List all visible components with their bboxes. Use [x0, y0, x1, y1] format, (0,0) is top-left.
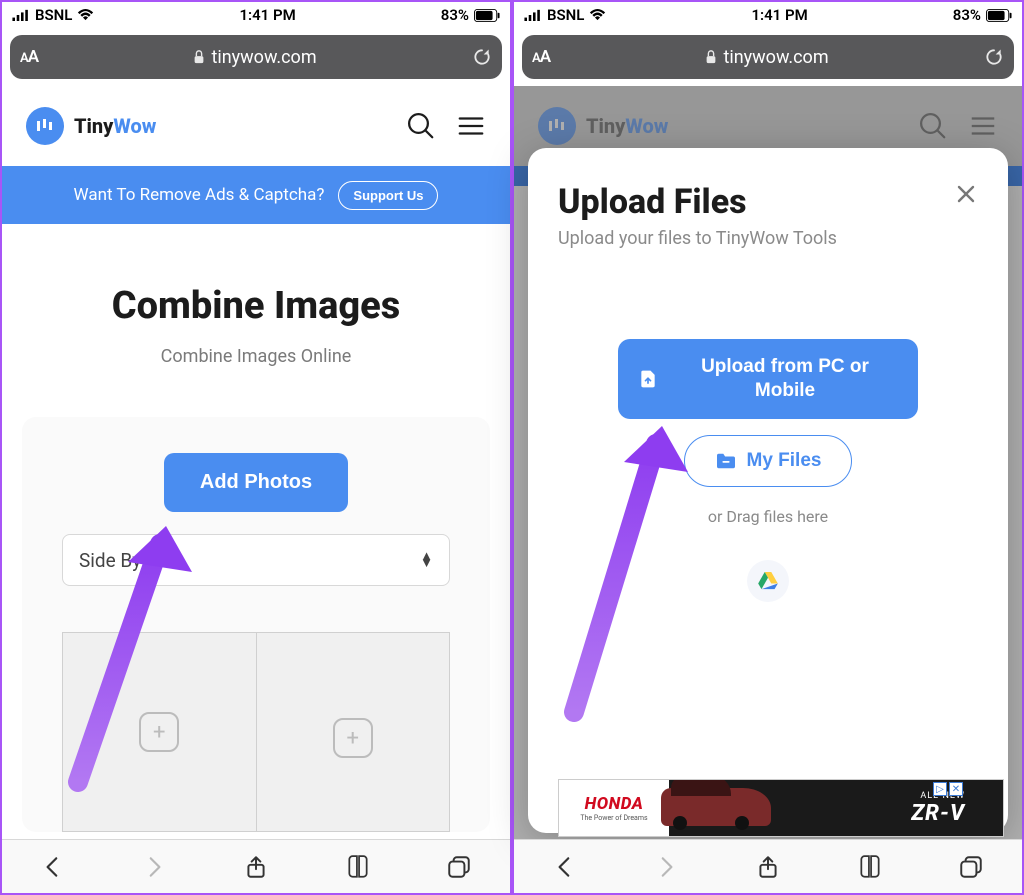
ad-brand: HONDA	[585, 794, 644, 814]
plus-icon: +	[333, 718, 373, 758]
preview-grid: + +	[62, 632, 450, 832]
wifi-icon	[589, 9, 606, 21]
tabs-icon[interactable]	[958, 854, 984, 880]
app-header: TinyWow	[2, 86, 510, 166]
battery-icon	[986, 9, 1012, 22]
upload-button-label: Upload from PC or Mobile	[672, 355, 898, 403]
plus-icon: +	[139, 712, 179, 752]
share-icon[interactable]	[243, 854, 269, 880]
phone-right: BSNL 1:41 PM 83% AA tinywow.com TinyWow	[512, 0, 1024, 895]
signal-icon	[524, 9, 542, 21]
url-domain: tinywow.com	[723, 47, 828, 68]
share-icon[interactable]	[755, 854, 781, 880]
text-size-button[interactable]: AA	[20, 47, 38, 67]
back-icon[interactable]	[552, 854, 578, 880]
my-files-label: My Files	[747, 450, 822, 472]
address-pill[interactable]: AA tinywow.com	[10, 35, 502, 79]
ad-car-image	[669, 780, 911, 836]
safari-toolbar	[514, 839, 1022, 893]
lock-icon	[193, 50, 205, 64]
wifi-icon	[77, 9, 94, 21]
adchoices-icon[interactable]: ▷✕	[933, 782, 963, 796]
clock-label: 1:41 PM	[751, 6, 807, 24]
ad-banner[interactable]: HONDA The Power of Dreams ALL-NEW ZR-V ▷…	[558, 779, 1004, 837]
safari-address-bar: AA tinywow.com	[514, 28, 1022, 86]
ad-brand-box: HONDA The Power of Dreams	[559, 780, 669, 836]
forward-icon[interactable]	[653, 854, 679, 880]
page-subtitle: Combine Images Online	[2, 346, 510, 367]
modal-title: Upload Files	[558, 182, 747, 222]
grid-cell[interactable]: +	[63, 633, 257, 831]
select-value: Side By Side	[79, 549, 183, 572]
battery-icon	[474, 9, 500, 22]
brand-logo-icon	[26, 107, 64, 145]
hamburger-menu-icon[interactable]	[456, 111, 486, 141]
google-drive-button[interactable]	[747, 560, 789, 602]
carrier-label: BSNL	[35, 6, 72, 24]
safari-toolbar	[2, 839, 510, 893]
bookmarks-icon[interactable]	[345, 854, 371, 880]
drag-hint: or Drag files here	[708, 507, 828, 526]
main-content: Combine Images Combine Images Online Add…	[2, 224, 510, 893]
brand-text-2: Wow	[113, 114, 156, 138]
brand-text-1: Tiny	[74, 114, 113, 138]
my-files-button[interactable]: My Files	[684, 435, 853, 487]
safari-address-bar: AA tinywow.com	[2, 28, 510, 86]
grid-cell[interactable]: +	[257, 645, 450, 831]
clock-label: 1:41 PM	[239, 6, 295, 24]
promo-banner: Want To Remove Ads & Captcha? Support Us	[2, 166, 510, 224]
ad-model: ZR-V	[911, 801, 965, 826]
forward-icon[interactable]	[141, 854, 167, 880]
close-icon[interactable]	[954, 182, 978, 206]
tool-card: Add Photos Side By Side ▲▼ + +	[22, 417, 490, 832]
status-bar: BSNL 1:41 PM 83%	[2, 2, 510, 28]
page-title: Combine Images	[2, 284, 510, 328]
search-icon[interactable]	[406, 111, 436, 141]
brand[interactable]: TinyWow	[26, 107, 156, 145]
modal-subtitle: Upload your files to TinyWow Tools	[558, 228, 978, 249]
signal-icon	[12, 9, 30, 21]
text-size-button[interactable]: AA	[532, 47, 550, 67]
file-upload-icon	[638, 369, 658, 389]
status-bar: BSNL 1:41 PM 83%	[514, 2, 1022, 28]
google-drive-icon	[758, 572, 778, 590]
chevron-updown-icon: ▲▼	[420, 553, 433, 567]
battery-percent: 83%	[441, 6, 469, 24]
carrier-label: BSNL	[547, 6, 584, 24]
upload-modal: Upload Files Upload your files to TinyWo…	[528, 148, 1008, 833]
support-us-button[interactable]: Support Us	[338, 181, 438, 210]
upload-from-device-button[interactable]: Upload from PC or Mobile	[618, 339, 918, 419]
reload-icon[interactable]	[472, 47, 492, 67]
tabs-icon[interactable]	[446, 854, 472, 880]
address-pill[interactable]: AA tinywow.com	[522, 35, 1014, 79]
folder-icon	[715, 452, 737, 470]
add-photos-button[interactable]: Add Photos	[164, 453, 348, 512]
ad-tagline: The Power of Dreams	[580, 814, 647, 822]
phone-left: BSNL 1:41 PM 83% AA tinywow.com TinyWow	[0, 0, 512, 895]
lock-icon	[705, 50, 717, 64]
url-domain: tinywow.com	[211, 47, 316, 68]
reload-icon[interactable]	[984, 47, 1004, 67]
layout-select[interactable]: Side By Side ▲▼	[62, 534, 450, 586]
battery-percent: 83%	[953, 6, 981, 24]
back-icon[interactable]	[40, 854, 66, 880]
promo-text: Want To Remove Ads & Captcha?	[74, 185, 325, 205]
bookmarks-icon[interactable]	[857, 854, 883, 880]
